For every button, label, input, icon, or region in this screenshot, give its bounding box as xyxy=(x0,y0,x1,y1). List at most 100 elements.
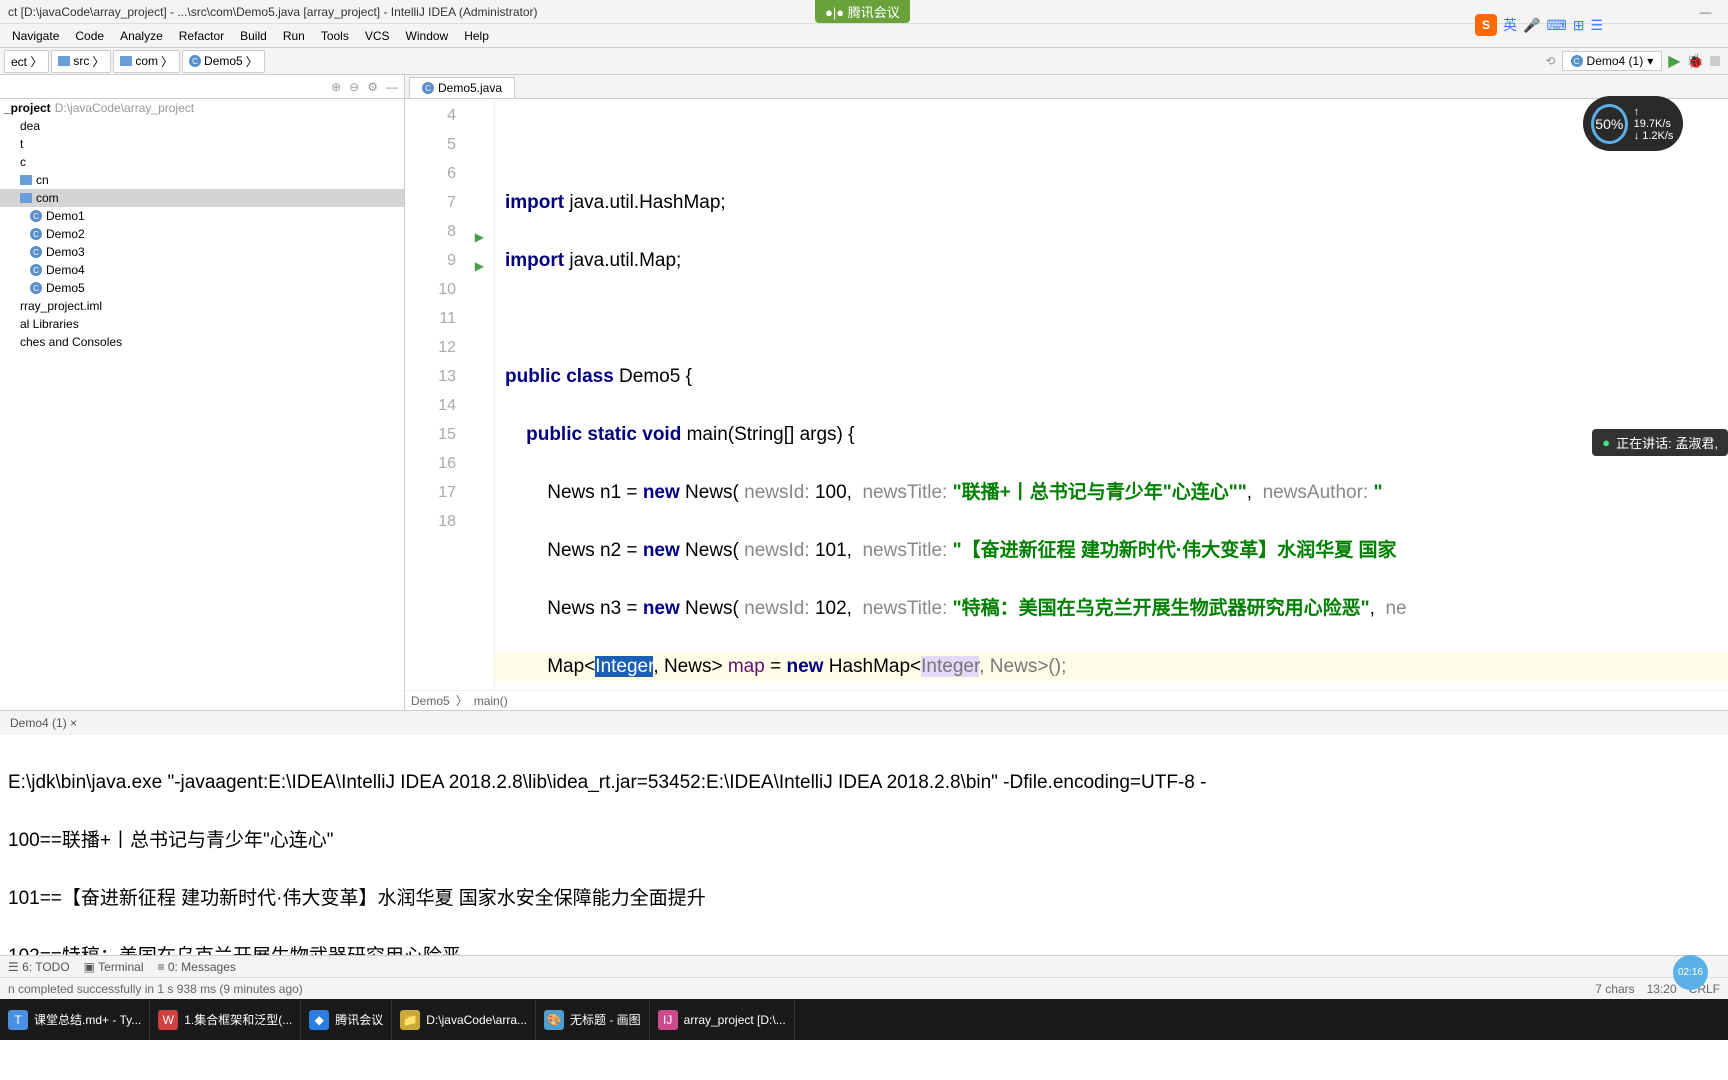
run-button[interactable]: ▶ xyxy=(1668,51,1680,71)
tree-item[interactable]: CDemo5 xyxy=(0,279,404,297)
collapse-icon[interactable]: ⊕ xyxy=(331,80,341,94)
crumb-com[interactable]: com 〉 xyxy=(113,50,180,73)
tree-root[interactable]: _project D:\javaCode\array_project xyxy=(0,99,404,117)
class-icon: C xyxy=(30,228,42,240)
tree-item[interactable]: CDemo2 xyxy=(0,225,404,243)
crumb-demo5[interactable]: CDemo5 〉 xyxy=(182,50,265,73)
status-position: 13:20 xyxy=(1647,982,1677,996)
taskbar-item[interactable]: ◆腾讯会议 xyxy=(301,1000,392,1040)
tree-item[interactable]: CDemo3 xyxy=(0,243,404,261)
menu-analyze[interactable]: Analyze xyxy=(112,29,171,43)
project-tree[interactable]: _project D:\javaCode\array_project dea t… xyxy=(0,99,404,710)
ime-lang[interactable]: 英 xyxy=(1503,15,1517,35)
tree-item[interactable]: t xyxy=(0,135,404,153)
class-icon: C xyxy=(30,210,42,222)
status-chars: 7 chars xyxy=(1595,982,1634,996)
paint-icon: 🎨 xyxy=(544,1010,564,1030)
taskbar-item[interactable]: IJarray_project [D:\... xyxy=(650,1000,795,1040)
class-icon: C xyxy=(30,264,42,276)
stop-button[interactable] xyxy=(1710,56,1720,66)
ime-keyboard-icon[interactable]: ⌨ xyxy=(1546,17,1566,34)
meter-percent: 50% xyxy=(1591,104,1628,144)
run-controls: ⟲ CDemo4 (1) ▾ ▶ 🐞 xyxy=(1545,51,1728,71)
network-meter-overlay[interactable]: 50% ↑ 19.7K/s ↓ 1.2K/s xyxy=(1583,96,1683,151)
taskbar-item[interactable]: 🎨无标题 - 画图 xyxy=(536,1000,650,1040)
menu-vcs[interactable]: VCS xyxy=(357,29,398,43)
tree-item[interactable]: cn xyxy=(0,171,404,189)
editor-tab-bar: CDemo5.java xyxy=(405,75,1728,99)
app-icon: ◆ xyxy=(309,1010,329,1030)
folder-icon xyxy=(58,56,70,66)
build-indicator-icon[interactable]: ⟲ xyxy=(1545,54,1555,68)
sogou-ime-icon[interactable]: S xyxy=(1475,14,1497,36)
folder-icon xyxy=(20,193,32,203)
folder-icon xyxy=(120,56,132,66)
nav-toolbar: ect 〉 src 〉 com 〉 CDemo5 〉 ⟲ CDemo4 (1) … xyxy=(0,48,1728,75)
todo-tab[interactable]: ☰ 6: TODO xyxy=(8,960,70,974)
taskbar-item[interactable]: T课堂总结.md+ - Ty... xyxy=(0,1000,150,1040)
app-icon: T xyxy=(8,1010,28,1030)
hide-icon[interactable]: — xyxy=(386,80,398,94)
ime-tool-icon[interactable]: ☰ xyxy=(1590,17,1603,34)
menu-refactor[interactable]: Refactor xyxy=(171,29,232,43)
ime-grid-icon[interactable]: ⊞ xyxy=(1573,17,1585,34)
time-badge[interactable]: 02:16 xyxy=(1673,955,1708,990)
gear-icon[interactable]: ⚙ xyxy=(367,80,378,94)
tencent-meeting-badge: ●|● 腾讯会议 xyxy=(815,0,910,23)
crumb-src[interactable]: src 〉 xyxy=(51,50,111,73)
gutter[interactable]: 4567 891011 1213 1415161718 xyxy=(405,99,495,690)
class-icon: C xyxy=(1571,55,1583,67)
breadcrumbs: ect 〉 src 〉 com 〉 CDemo5 〉 xyxy=(0,50,1545,73)
ime-mic-icon[interactable]: 🎤 xyxy=(1523,17,1540,34)
editor-breadcrumb[interactable]: Demo5 〉 main() xyxy=(405,690,1728,710)
editor-area: CDemo5.java 4567 891011 1213 1415161718 … xyxy=(405,75,1728,710)
folder-icon xyxy=(20,175,32,185)
class-icon: C xyxy=(422,82,434,94)
tree-item[interactable]: CDemo4 xyxy=(0,261,404,279)
status-message: n completed successfully in 1 s 938 ms (… xyxy=(8,982,303,996)
code-editor[interactable]: import java.util.HashMap; import java.ut… xyxy=(495,99,1728,690)
project-tool-window: ⊕ ⊖ ⚙ — _project D:\javaCode\array_proje… xyxy=(0,75,405,710)
mic-icon: ● xyxy=(1602,435,1610,450)
menu-build[interactable]: Build xyxy=(232,29,275,43)
minimize-button[interactable]: — xyxy=(1683,0,1728,24)
debug-button[interactable]: 🐞 xyxy=(1687,53,1704,70)
file-tab[interactable]: CDemo5.java xyxy=(409,77,515,98)
tree-item[interactable]: al Libraries xyxy=(0,315,404,333)
menu-run[interactable]: Run xyxy=(275,29,313,43)
speaking-indicator: ●正在讲话: 孟淑君, xyxy=(1592,429,1728,456)
tree-item[interactable]: dea xyxy=(0,117,404,135)
run-tab[interactable]: Demo4 (1) × xyxy=(0,713,87,733)
menu-help[interactable]: Help xyxy=(456,29,497,43)
console-output[interactable]: E:\jdk\bin\java.exe "-javaagent:E:\IDEA\… xyxy=(0,735,1728,955)
class-icon: C xyxy=(189,55,201,67)
tree-item[interactable]: c xyxy=(0,153,404,171)
menu-navigate[interactable]: Navigate xyxy=(4,29,67,43)
run-tool-window: Demo4 (1) × E:\jdk\bin\java.exe "-javaag… xyxy=(0,710,1728,955)
window-controls: — xyxy=(1683,0,1728,24)
tree-item[interactable]: rray_project.iml xyxy=(0,297,404,315)
tree-item[interactable]: CDemo1 xyxy=(0,207,404,225)
taskbar-item[interactable]: 📁D:\javaCode\arra... xyxy=(392,1000,536,1040)
app-icon: W xyxy=(158,1010,178,1030)
messages-tab[interactable]: ≡ 0: Messages xyxy=(158,960,236,974)
menu-code[interactable]: Code xyxy=(67,29,112,43)
status-bar: n completed successfully in 1 s 938 ms (… xyxy=(0,977,1728,999)
tree-item-com[interactable]: com xyxy=(0,189,404,207)
windows-taskbar: T课堂总结.md+ - Ty... W1.集合框架和泛型(... ◆腾讯会议 📁… xyxy=(0,999,1728,1040)
expand-icon[interactable]: ⊖ xyxy=(349,80,359,94)
tree-item[interactable]: ches and Consoles xyxy=(0,333,404,351)
terminal-tab[interactable]: ▣ Terminal xyxy=(84,960,144,974)
menu-tools[interactable]: Tools xyxy=(313,29,357,43)
project-toolbar: ⊕ ⊖ ⚙ — xyxy=(0,75,404,99)
menu-bar: Navigate Code Analyze Refactor Build Run… xyxy=(0,24,1728,48)
download-speed: ↓ 1.2K/s xyxy=(1634,130,1675,142)
ime-toolbar[interactable]: S 英 🎤 ⌨ ⊞ ☰ xyxy=(1475,14,1603,36)
folder-icon: 📁 xyxy=(400,1010,420,1030)
intellij-icon: IJ xyxy=(658,1010,678,1030)
run-config-combo[interactable]: CDemo4 (1) ▾ xyxy=(1562,51,1663,71)
upload-speed: ↑ 19.7K/s xyxy=(1634,106,1675,130)
crumb-ect[interactable]: ect 〉 xyxy=(4,50,49,73)
taskbar-item[interactable]: W1.集合框架和泛型(... xyxy=(150,1000,301,1040)
menu-window[interactable]: Window xyxy=(398,29,457,43)
